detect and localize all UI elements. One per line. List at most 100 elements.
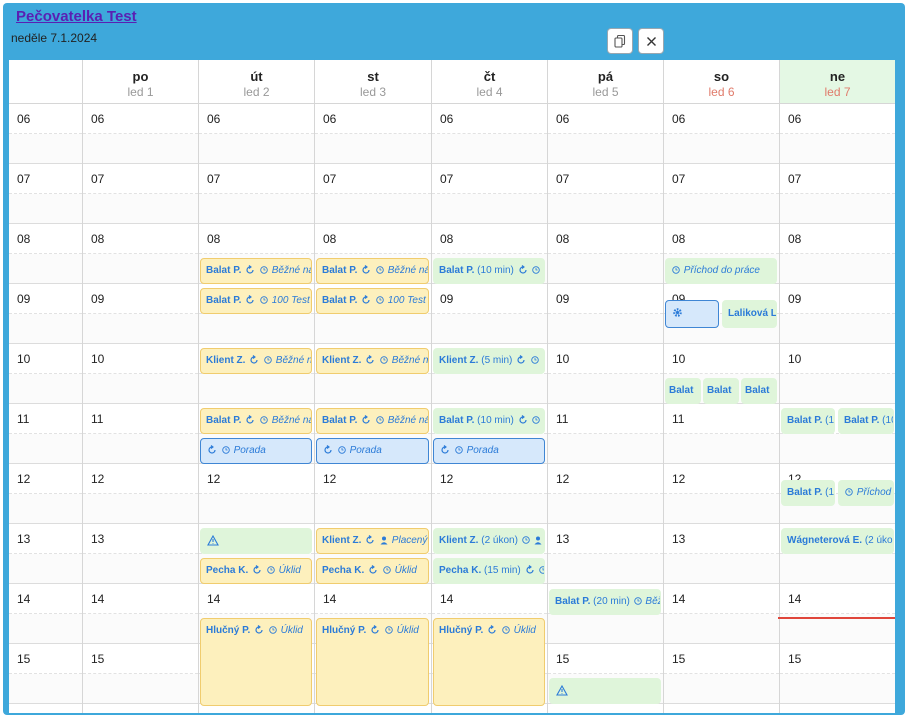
- half-hour-slot[interactable]: [199, 194, 314, 224]
- time-slot[interactable]: 10: [780, 344, 895, 374]
- time-slot[interactable]: 09: [548, 284, 663, 314]
- half-hour-slot[interactable]: [780, 314, 895, 344]
- time-slot[interactable]: 14: [780, 584, 895, 614]
- event-card[interactable]: Balat P. (10 min): [781, 480, 835, 506]
- time-slot[interactable]: 13: [664, 524, 779, 554]
- time-slot[interactable]: 06: [315, 104, 431, 134]
- half-hour-slot[interactable]: [548, 254, 663, 284]
- time-slot[interactable]: 10: [664, 344, 779, 374]
- time-slot[interactable]: 08: [548, 224, 663, 254]
- time-slot[interactable]: 09: [780, 284, 895, 314]
- half-hour-slot[interactable]: [83, 194, 198, 224]
- time-slot[interactable]: 13: [83, 524, 198, 554]
- half-hour-slot[interactable]: [83, 614, 198, 644]
- half-hour-slot[interactable]: [432, 314, 547, 344]
- day-header-sat[interactable]: so led 6: [664, 60, 780, 104]
- time-slot[interactable]: 06: [83, 104, 198, 134]
- half-hour-slot[interactable]: [664, 434, 779, 464]
- half-hour-slot[interactable]: [83, 374, 198, 404]
- caregiver-title-link[interactable]: Pečovatelka Test: [16, 8, 137, 25]
- time-slot[interactable]: 08: [432, 224, 547, 254]
- time-slot[interactable]: 14: [664, 584, 779, 614]
- half-hour-slot[interactable]: [780, 554, 895, 584]
- settings-card[interactable]: [665, 300, 719, 328]
- day-column-fri[interactable]: 06070809101112131415: [548, 104, 664, 713]
- time-slot[interactable]: 07: [664, 164, 779, 194]
- time-slot[interactable]: 13: [548, 524, 663, 554]
- half-hour-slot[interactable]: [548, 434, 663, 464]
- copy-button[interactable]: [607, 28, 633, 54]
- half-hour-slot[interactable]: [199, 374, 314, 404]
- event-card[interactable]: Příchod do práce: [838, 480, 894, 506]
- day-header-mon[interactable]: po led 1: [83, 60, 199, 104]
- half-hour-slot[interactable]: [83, 314, 198, 344]
- half-hour-slot[interactable]: [432, 374, 547, 404]
- day-column-sat[interactable]: 06 07 08 09 10 11 12 13 14 15: [664, 104, 780, 713]
- time-slot[interactable]: 15: [780, 644, 895, 674]
- event-card[interactable]: Hlučný P. Úklid: [316, 618, 429, 706]
- half-hour-slot[interactable]: [199, 134, 314, 164]
- time-slot[interactable]: 10: [548, 344, 663, 374]
- event-card[interactable]: Pecha K. Úklid: [316, 558, 429, 584]
- day-header-wed[interactable]: st led 3: [315, 60, 432, 104]
- time-slot[interactable]: 15: [664, 644, 779, 674]
- event-card[interactable]: Klient Z. Běžné nákupy: [200, 348, 312, 374]
- half-hour-slot[interactable]: [199, 494, 314, 524]
- event-card[interactable]: Hlučný P. Úklid: [200, 618, 312, 706]
- half-hour-slot[interactable]: [315, 134, 431, 164]
- time-slot[interactable]: 12: [83, 464, 198, 494]
- half-hour-slot[interactable]: [83, 554, 198, 584]
- half-hour-slot[interactable]: [548, 614, 663, 644]
- event-card[interactable]: Balat: [741, 378, 777, 404]
- event-card[interactable]: Klient Z. (5 min): [433, 348, 545, 374]
- half-hour-slot[interactable]: [780, 194, 895, 224]
- time-slot[interactable]: 07: [315, 164, 431, 194]
- alert-card[interactable]: [200, 528, 312, 554]
- time-slot[interactable]: 07: [432, 164, 547, 194]
- half-hour-slot[interactable]: [780, 254, 895, 284]
- half-hour-slot[interactable]: [548, 374, 663, 404]
- half-hour-slot[interactable]: [780, 134, 895, 164]
- time-slot[interactable]: 11: [83, 404, 198, 434]
- time-slot[interactable]: 08: [199, 224, 314, 254]
- time-slot[interactable]: 07: [199, 164, 314, 194]
- half-hour-slot[interactable]: [199, 314, 314, 344]
- time-slot[interactable]: 14: [199, 584, 314, 614]
- half-hour-slot[interactable]: [664, 134, 779, 164]
- time-slot[interactable]: 07: [780, 164, 895, 194]
- day-column-mon[interactable]: 06 07 08 09 10 11 12 13 14 15: [83, 104, 199, 713]
- half-hour-slot[interactable]: [664, 554, 779, 584]
- half-hour-slot[interactable]: [664, 674, 779, 704]
- meeting-card[interactable]: Porada: [433, 438, 545, 464]
- time-slot[interactable]: 07: [548, 164, 663, 194]
- event-card[interactable]: Balat: [703, 378, 739, 404]
- time-slot[interactable]: 06: [780, 104, 895, 134]
- half-hour-slot[interactable]: [548, 194, 663, 224]
- half-hour-slot[interactable]: [83, 254, 198, 284]
- time-slot[interactable]: 06: [432, 104, 547, 134]
- time-slot[interactable]: 08: [780, 224, 895, 254]
- event-card[interactable]: Balat P. Běžné nákupy: [316, 408, 429, 434]
- event-card[interactable]: Laliková L.: [722, 300, 777, 328]
- event-card[interactable]: Balat P. (10 min): [433, 408, 545, 434]
- time-slot[interactable]: 09: [83, 284, 198, 314]
- time-slot[interactable]: 14: [315, 584, 431, 614]
- half-hour-slot[interactable]: [83, 434, 198, 464]
- half-hour-slot[interactable]: [83, 674, 198, 704]
- time-slot[interactable]: 14: [432, 584, 547, 614]
- half-hour-slot[interactable]: [83, 494, 198, 524]
- meeting-card[interactable]: Porada: [200, 438, 312, 464]
- half-hour-slot[interactable]: [780, 434, 895, 464]
- time-slot[interactable]: 10: [83, 344, 198, 374]
- time-slot[interactable]: 12: [199, 464, 314, 494]
- day-header-tue[interactable]: út led 2: [199, 60, 315, 104]
- time-slot[interactable]: 12: [548, 464, 663, 494]
- event-card[interactable]: Balat P. (20 min) Běžné nákupy: [549, 589, 661, 615]
- half-hour-slot[interactable]: [548, 314, 663, 344]
- time-slot[interactable]: 15: [548, 644, 663, 674]
- event-card[interactable]: Příchod do práce: [665, 258, 777, 284]
- half-hour-slot[interactable]: [664, 614, 779, 644]
- alert-card[interactable]: [549, 678, 661, 704]
- event-card[interactable]: Balat P. Běžné nákupy: [316, 258, 429, 284]
- half-hour-slot[interactable]: [315, 494, 431, 524]
